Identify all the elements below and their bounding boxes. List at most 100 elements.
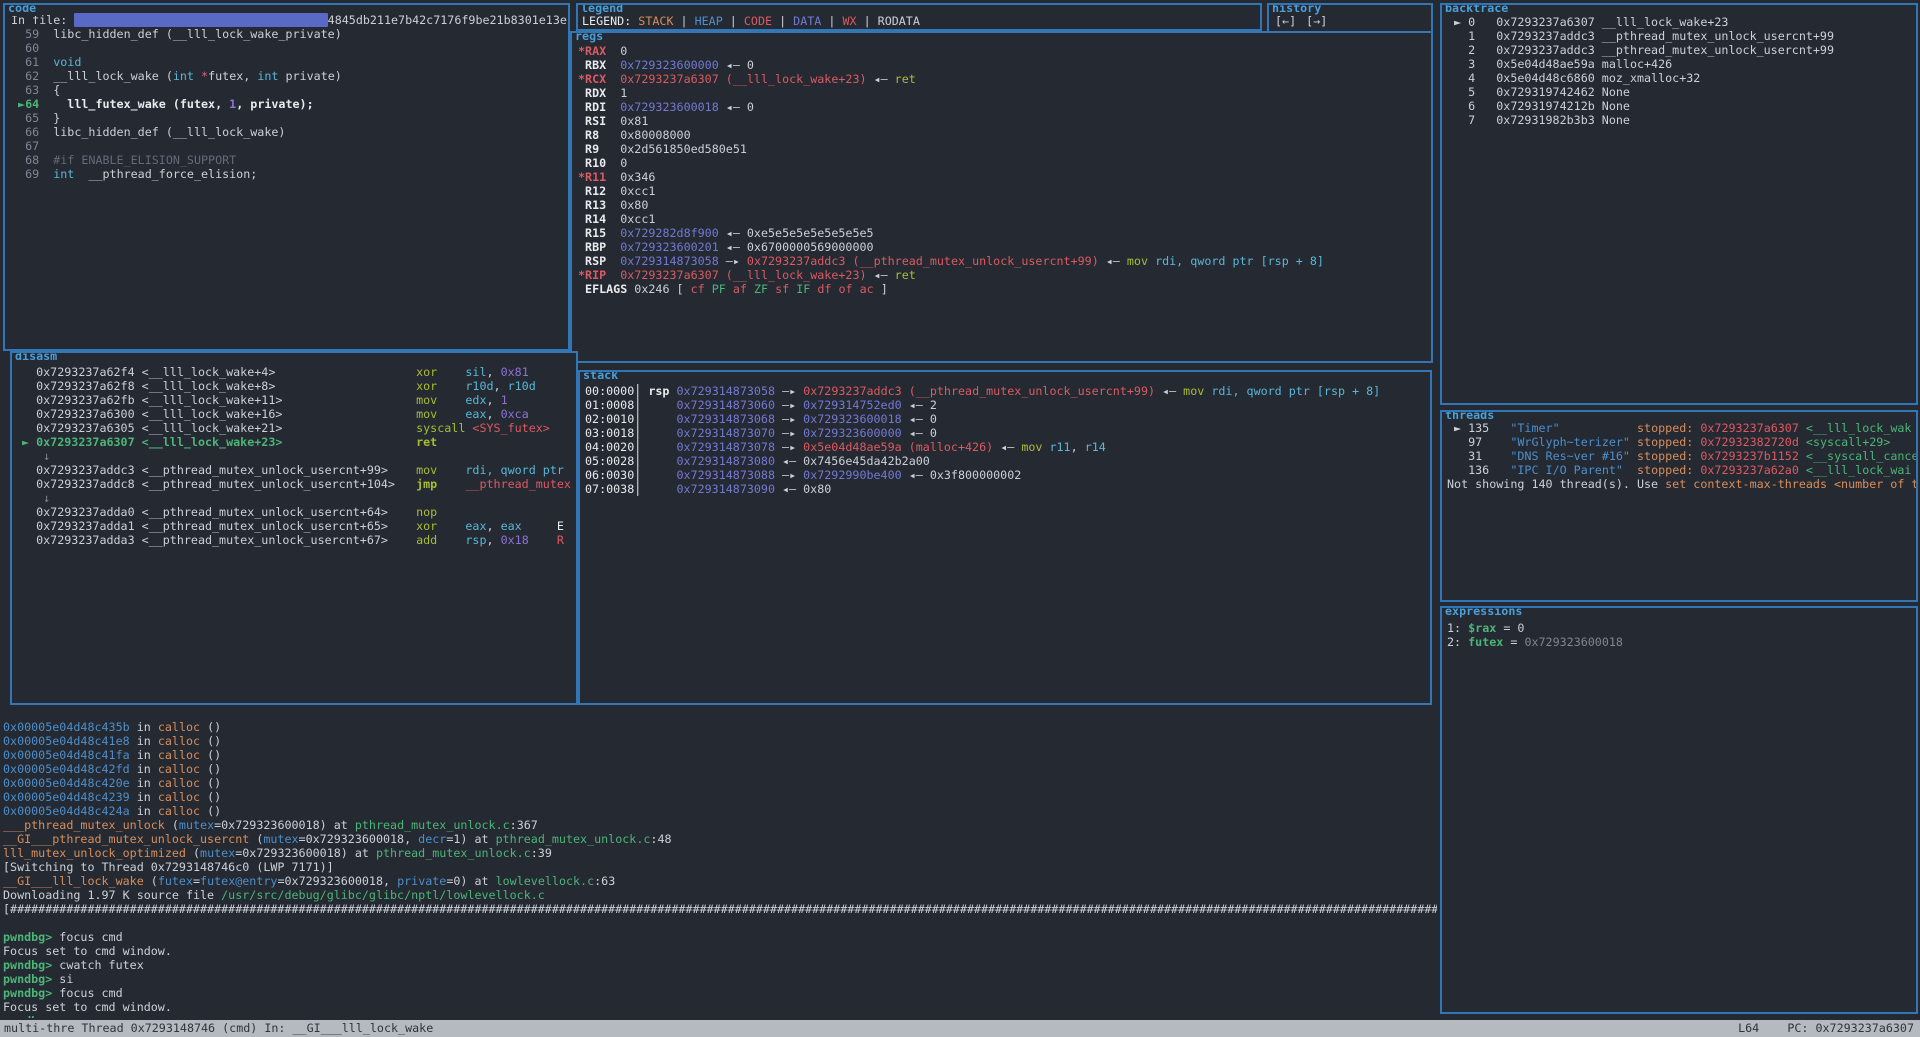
history-forward-button[interactable]: [→] — [1306, 14, 1327, 28]
text-segment: focus cmd — [52, 986, 122, 1000]
terminal-line: 136 "IPC I/O Parent" stopped: 0x7293237a… — [1447, 463, 1916, 477]
text-segment: 61 — [11, 55, 39, 69]
terminal-line: R12 0xcc1 — [578, 184, 1431, 198]
text-segment: 1 0x7293237addc3 __pthread_mutex_unlock_… — [1447, 29, 1834, 43]
text-segment: Not showing 140 thread(s). Use — [1447, 477, 1665, 491]
terminal-line: RSP 0x729314873058 —▸ 0x7293237addc3 (__… — [578, 254, 1431, 268]
text-segment: lll_futex_wake (futex, — [39, 97, 229, 111]
text-segment: 0x80008000 — [599, 128, 690, 142]
text-segment: RBP — [578, 240, 606, 254]
text-segment: RODATA — [878, 14, 920, 28]
text-segment: 0x729282d8f900 — [620, 226, 719, 240]
terminal-line: 63 { — [11, 83, 568, 97]
text-segment: sil — [465, 365, 486, 379]
text-segment: [Switching to Thread 0x7293148746c0 (LWP… — [3, 860, 334, 874]
text-segment: ◂— 0x7456e45da42b2a00 — [775, 454, 930, 468]
text-segment: libc_hidden_def (__lll_lock_wake) — [39, 125, 285, 139]
text-segment: calloc — [158, 748, 200, 762]
panel-title-disasm: disasm — [12, 351, 60, 364]
text-segment: calloc — [158, 804, 200, 818]
text-segment: ◂— 0 — [902, 412, 937, 426]
terminal-line: 01:0008│ 0x729314873060 —▸ 0x729314752ed… — [585, 398, 1430, 412]
text-segment: () — [200, 790, 221, 804]
terminal-line: *RIP 0x7293237a6307 (__lll_lock_wake+23)… — [578, 268, 1431, 282]
text-segment: , — [1071, 440, 1085, 454]
panel-title-code: code — [5, 3, 39, 16]
text-segment: ◂— 2 — [902, 398, 937, 412]
text-segment: add — [416, 533, 437, 547]
text-segment: 0x7293237a62f8 <__lll_lock_wake+8> — [15, 379, 275, 393]
text-segment: 0x7293237a6305 <__lll_lock_wake+21> — [15, 421, 282, 435]
text-segment: ◂— — [993, 440, 1021, 454]
history-back-button[interactable]: [←] — [1275, 14, 1296, 28]
text-segment: __lll_lock_wake ( — [39, 69, 173, 83]
text-segment: 66 — [11, 125, 39, 139]
text-segment: 0x7293237adda1 <__pthread_mutex_unlock_u… — [15, 519, 388, 533]
text-segment: RSP — [578, 254, 606, 268]
text-segment: pwndbg> — [3, 986, 52, 1000]
text-segment: 0x7293237a62a0 — [1700, 463, 1799, 477]
terminal-line: R10 0 — [578, 156, 1431, 170]
text-segment: 0x7293237adda0 <__pthread_mutex_unlock_u… — [15, 505, 388, 519]
terminal-line: pwndbg> si — [3, 972, 1437, 986]
terminal-line: 5 0x729319742462 None — [1447, 85, 1916, 99]
text-segment: ◂— 0xe5e5e5e5e5e5e5e5 — [719, 226, 874, 240]
text-segment: 1: — [1447, 621, 1468, 635]
terminal-line: 0x7293237a6300 <__lll_lock_wake+16> mov … — [15, 407, 576, 421]
terminal-line: 67 — [11, 139, 568, 153]
text-segment: PF — [712, 282, 733, 296]
terminal-line: ►64 lll_futex_wake (futex, 1, private); — [11, 97, 568, 111]
text-segment: int — [173, 69, 194, 83]
text-segment: r11 — [1049, 440, 1070, 454]
text-segment: r10d — [508, 379, 536, 393]
text-segment: 0xca — [501, 407, 529, 421]
pwndbg-terminal: { "panels": { "code": { "title": "code",… — [0, 0, 1920, 1037]
text-segment: 0x7293237b1152 — [1700, 449, 1799, 463]
terminal-line: 0x7293237a62fb <__lll_lock_wake+11> mov … — [15, 393, 576, 407]
text-segment: 0xcc1 — [606, 212, 655, 226]
terminal-line: [#######################################… — [3, 902, 1437, 916]
text-segment — [1560, 421, 1637, 435]
text-segment: 4845db211e7b42c7176f9be21b8301e13e — [328, 13, 567, 27]
text-segment: ◂— — [1099, 254, 1127, 268]
text-segment: ( — [186, 846, 200, 860]
text-segment — [606, 72, 620, 86]
text-segment: , — [487, 407, 501, 421]
terminal-line: [Switching to Thread 0x7293148746c0 (LWP… — [3, 860, 1437, 874]
text-segment: 60 — [11, 41, 39, 55]
terminal-line: lll_mutex_unlock_optimized (mutex=0x7293… — [3, 846, 1437, 860]
text-segment: =0) at — [446, 874, 495, 888]
terminal-line: ► 135 "Timer" stopped: 0x7293237a6307 <_… — [1447, 421, 1916, 435]
text-segment: lll_mutex_unlock_optimized — [3, 846, 186, 860]
text-segment: 1 — [501, 393, 508, 407]
register-lines: *RAX 0 RBX 0x729323600000 ◂— 0*RCX 0x729… — [572, 33, 1431, 361]
text-segment: xor — [416, 379, 437, 393]
text-segment — [1799, 463, 1806, 477]
text-segment: xor — [416, 519, 437, 533]
text-segment: futex@entry — [200, 874, 277, 888]
text-segment: , private); — [236, 97, 313, 111]
terminal-line: __GI___pthread_mutex_unlock_usercnt (mut… — [3, 832, 1437, 846]
terminal-line: 0x00005e04d48c41e8 in calloc () — [3, 734, 1437, 748]
panel-title-stack: stack — [580, 370, 621, 383]
text-segment: ◂— 0x6700000569000000 — [719, 240, 874, 254]
legend-panel: legend LEGEND: STACK | HEAP | CODE | DAT… — [576, 3, 1262, 31]
text-segment: in — [130, 804, 158, 818]
text-segment: —▸ — [775, 398, 803, 412]
text-segment: () — [200, 804, 221, 818]
text-segment: 03:0018│ — [585, 426, 676, 440]
text-segment: ◂— 0 — [902, 426, 937, 440]
text-segment: int — [257, 69, 278, 83]
command-output-area[interactable]: 0x00005e04d48c435b in calloc ()0x00005e0… — [3, 720, 1437, 1018]
terminal-line: 6 0x72931974212b None — [1447, 99, 1916, 113]
text-segment: = 0 — [1496, 621, 1524, 635]
text-segment: =1) at — [446, 832, 495, 846]
text-segment: 0x729323600018 — [1524, 635, 1623, 649]
text-segment — [388, 533, 416, 547]
text-segment: r14 — [1085, 440, 1106, 454]
text-segment — [1799, 421, 1806, 435]
terminal-line: 0x7293237addc8 <__pthread_mutex_unlock_u… — [15, 477, 576, 491]
text-segment: 3 0x5e04d48ae59a malloc+426 — [1447, 57, 1672, 71]
terminal-line: 0x7293237adda0 <__pthread_mutex_unlock_u… — [15, 505, 576, 519]
text-segment — [529, 533, 557, 547]
